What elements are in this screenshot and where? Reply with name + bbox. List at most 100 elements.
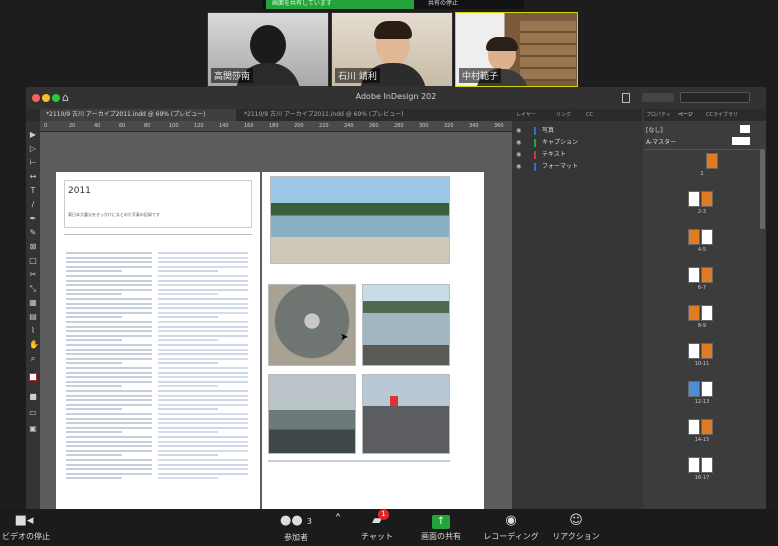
pencil-tool-icon[interactable]: ✎ bbox=[29, 229, 37, 237]
ruler-tick-label: 200 bbox=[294, 123, 304, 129]
pages-scrollbar[interactable] bbox=[760, 149, 765, 229]
text-line bbox=[158, 288, 248, 291]
apply-color-icon[interactable]: ■ bbox=[29, 393, 37, 401]
page-thumbnail[interactable] bbox=[701, 305, 713, 321]
master-a[interactable]: A-マスター bbox=[646, 137, 676, 146]
rectangle-frame-tool-icon[interactable]: ⊠ bbox=[29, 243, 37, 251]
tab-document-inactive[interactable]: *2110/9 古川 アーカイブ2011.indd @ 69% (プレビュー) bbox=[238, 109, 434, 121]
tab-cc-libraries[interactable]: CCライブラリ bbox=[706, 109, 738, 121]
pen-tool-icon[interactable]: ✒ bbox=[29, 215, 37, 223]
photo-flooded-coast[interactable] bbox=[362, 284, 450, 366]
chat-label: チャット bbox=[361, 532, 393, 541]
page-thumbnail[interactable] bbox=[688, 267, 700, 283]
master-none[interactable]: [なし] bbox=[646, 125, 663, 134]
page-thumbnail[interactable] bbox=[701, 191, 713, 207]
page-left[interactable]: 2011 東日本大震災をきっかけにまとめた写真の記録です bbox=[56, 172, 260, 509]
layer-row[interactable]: ◉ 写真 bbox=[512, 125, 642, 137]
page-tool-icon[interactable]: ⊢ bbox=[29, 159, 37, 167]
stop-share-button[interactable]: 共有の停止 bbox=[420, 0, 520, 9]
hand-tool-icon[interactable]: ✋ bbox=[29, 341, 39, 349]
tab-layers[interactable]: レイヤー bbox=[516, 109, 536, 121]
page-thumbnail[interactable] bbox=[706, 153, 718, 169]
direct-selection-tool-icon[interactable]: ▷ bbox=[29, 145, 37, 153]
participants-button[interactable]: ●● 3 参加者 bbox=[270, 513, 322, 543]
text-line bbox=[158, 284, 248, 287]
selection-tool-icon[interactable]: ▶ bbox=[29, 131, 37, 139]
zoom-tool-icon[interactable]: ⌕ bbox=[29, 355, 37, 363]
text-line bbox=[158, 413, 248, 415]
eye-visibility-icon[interactable]: ◉ bbox=[516, 149, 521, 161]
tab-document-active[interactable]: *2110/9 古川 アーカイブ2011.indd @ 69% (プレビュー) bbox=[40, 109, 236, 121]
search-input[interactable] bbox=[680, 92, 750, 103]
chat-button[interactable]: ▰ チャット bbox=[352, 513, 402, 542]
title-frame[interactable] bbox=[64, 180, 252, 228]
page-thumbnail[interactable] bbox=[701, 229, 713, 245]
share-screen-button[interactable]: ↑ 画面の共有 bbox=[414, 513, 468, 542]
page-thumbnail[interactable] bbox=[688, 457, 700, 473]
text-line bbox=[66, 371, 152, 374]
reactions-button[interactable]: ☺ リアクション bbox=[548, 513, 604, 542]
ruler-tick-label: 40 bbox=[94, 123, 101, 129]
page-thumbnail[interactable] bbox=[688, 381, 700, 397]
text-line bbox=[66, 339, 122, 342]
divider bbox=[64, 234, 252, 235]
line-tool-icon[interactable]: / bbox=[29, 201, 37, 209]
fill-stroke-swatch-icon[interactable] bbox=[29, 373, 37, 381]
page-thumbnail[interactable] bbox=[701, 457, 713, 473]
text-line bbox=[66, 376, 152, 379]
page-thumbnail[interactable] bbox=[688, 191, 700, 207]
eyedropper-tool-icon[interactable]: ⌇ bbox=[29, 327, 37, 335]
pasteboard[interactable]: 2011 東日本大震災をきっかけにまとめた写真の記録です ➤ bbox=[40, 132, 512, 509]
text-line bbox=[66, 288, 152, 291]
layer-row[interactable]: ◉ フォーマット bbox=[512, 161, 642, 173]
text-line bbox=[66, 468, 152, 471]
layer-row[interactable]: ◉ テキスト bbox=[512, 149, 642, 161]
eye-visibility-icon[interactable]: ◉ bbox=[516, 161, 521, 173]
zoom-controls-bar: ■◂ ビデオの停止 ●● 3 参加者 ˄ ▰ チャット ↑ 画面の共有 ◉ レコ… bbox=[0, 509, 778, 546]
page-thumbnail[interactable] bbox=[701, 343, 713, 359]
text-line bbox=[66, 275, 152, 277]
workspace-switcher[interactable] bbox=[642, 93, 674, 102]
page-thumbnail[interactable] bbox=[701, 381, 713, 397]
page-thumbnail[interactable] bbox=[688, 419, 700, 435]
layer-row[interactable]: ◉ キャプション bbox=[512, 137, 642, 149]
gap-tool-icon[interactable]: ↔ bbox=[29, 173, 37, 181]
photo-harbor-panorama[interactable] bbox=[270, 176, 450, 264]
rectangle-tool-icon[interactable]: □ bbox=[29, 257, 37, 265]
text-line bbox=[158, 279, 248, 282]
page-thumbnail[interactable] bbox=[688, 343, 700, 359]
text-line bbox=[158, 353, 248, 356]
eye-visibility-icon[interactable]: ◉ bbox=[516, 137, 521, 149]
eye-visibility-icon[interactable]: ◉ bbox=[516, 125, 521, 137]
participant-video-1[interactable]: 高関莎南 bbox=[207, 12, 329, 87]
page-thumbnail[interactable] bbox=[701, 419, 713, 435]
tab-pages[interactable]: ページ bbox=[678, 109, 693, 121]
note-tool-icon[interactable]: ▤ bbox=[29, 313, 37, 321]
preview-mode-icon[interactable]: ▣ bbox=[29, 425, 37, 433]
tab-properties[interactable]: プロパティ bbox=[646, 109, 671, 121]
screen-mode-icon[interactable]: ▭ bbox=[29, 409, 37, 417]
participant-video-3-active[interactable]: 中村範子 bbox=[455, 12, 578, 87]
scissors-tool-icon[interactable]: ✂ bbox=[29, 271, 37, 279]
page-thumbnail[interactable] bbox=[701, 267, 713, 283]
stop-video-button[interactable]: ■◂ ビデオの停止 bbox=[2, 513, 50, 542]
page-right[interactable] bbox=[262, 172, 484, 509]
photo-gray-bay[interactable] bbox=[268, 374, 356, 454]
transform-tool-icon[interactable]: ⤡ bbox=[29, 285, 37, 293]
type-tool-icon[interactable]: T bbox=[29, 187, 37, 195]
tab-links[interactable]: リンク bbox=[556, 109, 571, 121]
text-line bbox=[66, 348, 152, 351]
master-a-thumbnail bbox=[732, 137, 750, 145]
text-line bbox=[66, 330, 152, 333]
page-thumbnail[interactable] bbox=[688, 305, 700, 321]
participants-menu-chevron[interactable]: ˄ bbox=[330, 513, 346, 529]
photo-debris-aerial[interactable] bbox=[268, 284, 356, 366]
tab-cc[interactable]: CC bbox=[586, 109, 593, 121]
text-line bbox=[158, 426, 248, 429]
record-button[interactable]: ◉ レコーディング bbox=[478, 513, 544, 542]
participant-video-2[interactable]: 石川 靖利 bbox=[331, 12, 453, 87]
page-thumbnail[interactable] bbox=[688, 229, 700, 245]
share-document-icon[interactable] bbox=[622, 93, 630, 103]
photo-rubble-pile[interactable] bbox=[362, 374, 450, 454]
gradient-tool-icon[interactable]: ▦ bbox=[29, 299, 37, 307]
